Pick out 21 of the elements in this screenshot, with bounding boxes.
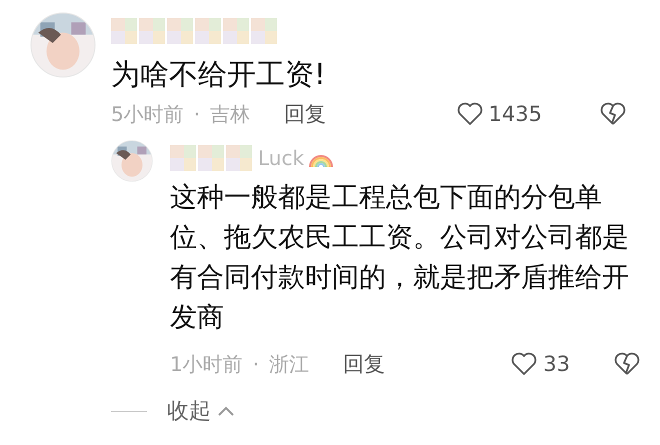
like-button[interactable]: 33: [511, 352, 570, 376]
heart-icon: [511, 352, 538, 376]
username: Luck: [258, 146, 304, 170]
chevron-up-icon: [217, 405, 235, 417]
collapse-button[interactable]: 收起: [167, 396, 235, 426]
comment-time: 5小时前: [111, 100, 184, 128]
dislike-button[interactable]: [614, 352, 640, 376]
broken-heart-icon: [614, 352, 640, 376]
comment-location: 吉林: [210, 100, 250, 128]
comment-text: 为啥不给开工资!: [111, 56, 327, 93]
broken-heart-icon: [600, 102, 626, 126]
separator-dot: ·: [194, 102, 200, 126]
heart-icon: [456, 102, 483, 126]
comment-time: 1小时前: [170, 350, 243, 378]
comment-location: 浙江: [269, 350, 310, 378]
comment-text: 这种一般都是工程总包下面的分包单位、拖欠农民工工资。公司对公司都是有合同付款时间的，就是把矛盾推给开发商: [170, 181, 630, 335]
reply-button[interactable]: 回复: [284, 100, 326, 128]
reply-button[interactable]: 回复: [343, 350, 386, 378]
like-button[interactable]: 1435: [456, 102, 542, 126]
dislike-button[interactable]: [600, 102, 626, 126]
separator-dot: ·: [252, 352, 260, 376]
